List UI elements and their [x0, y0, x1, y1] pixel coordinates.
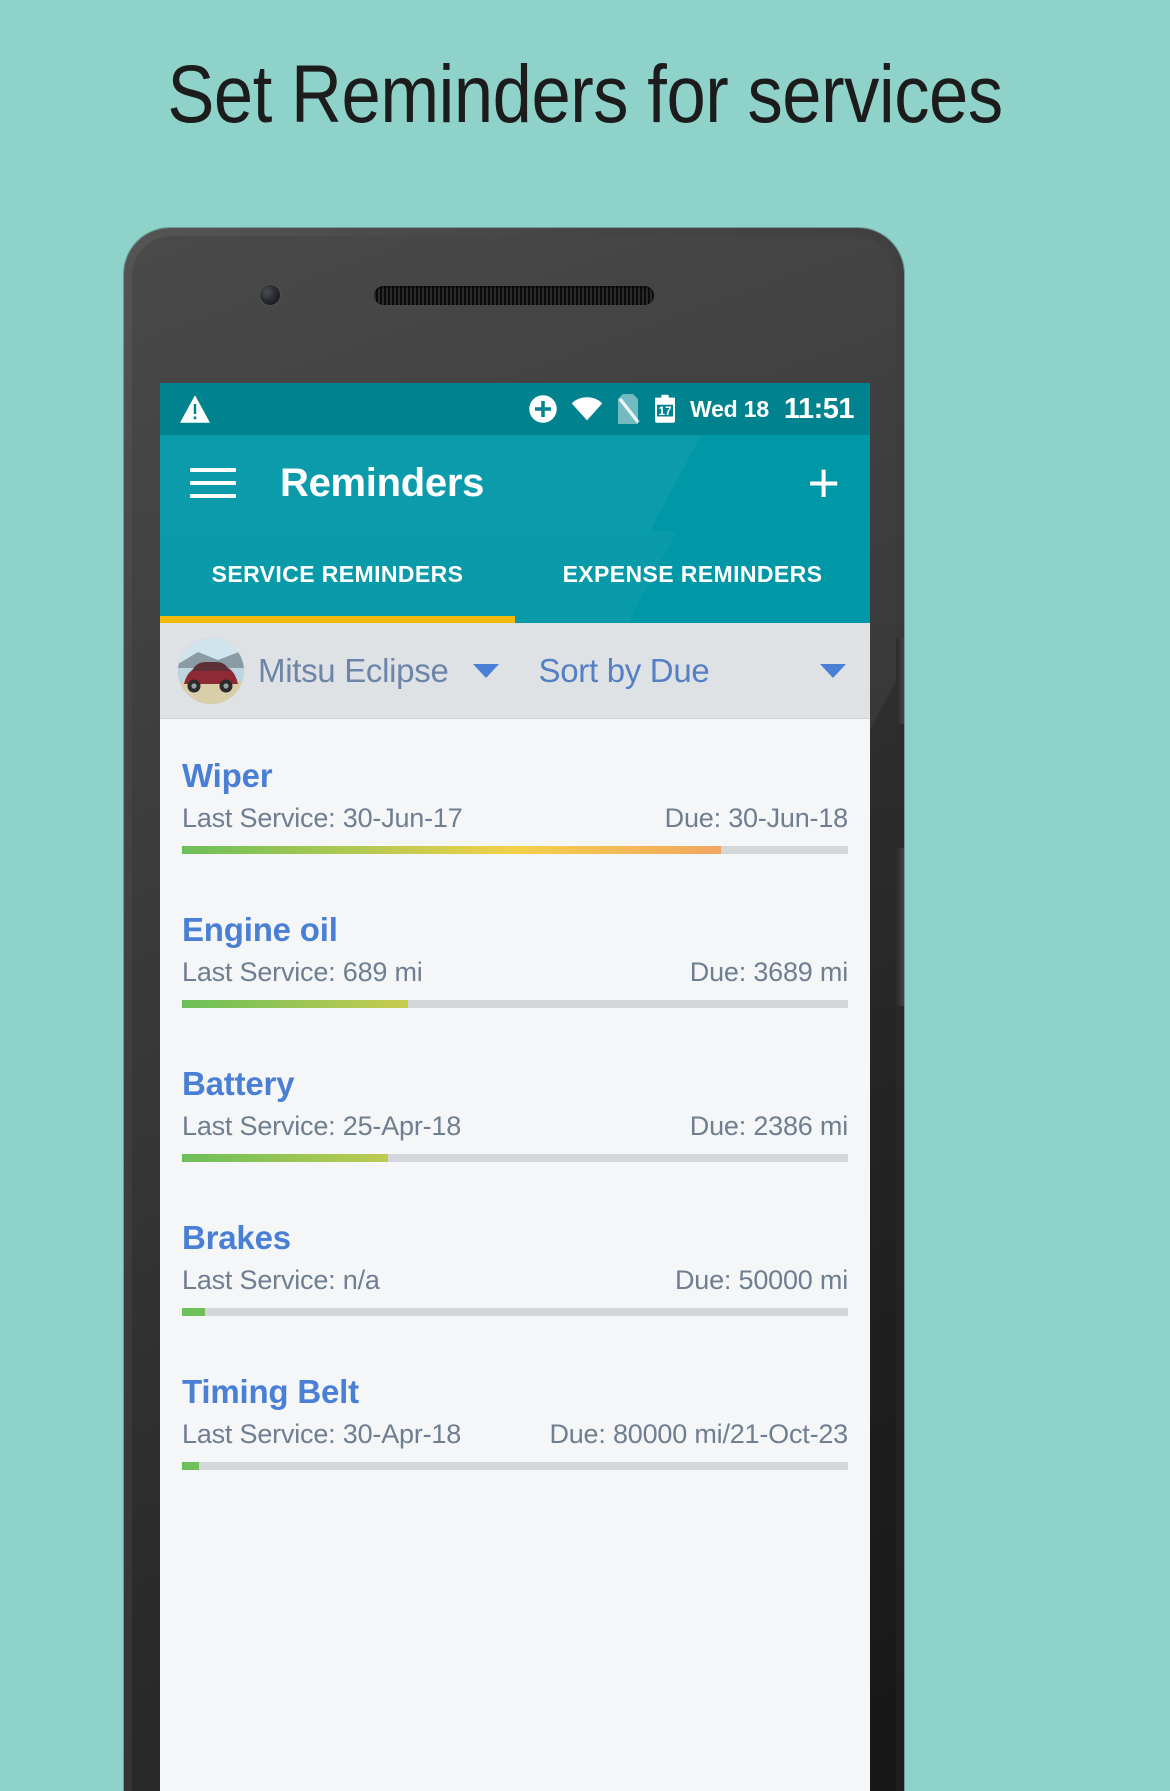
reminder-detail-row: Last Service: 25-Apr-18 Due: 2386 mi	[182, 1111, 848, 1142]
power-button[interactable]	[896, 638, 904, 724]
vehicle-photo-icon	[178, 637, 244, 704]
status-bar-clock: 11:51	[783, 392, 855, 425]
promo-headline: Set Reminders for services	[167, 49, 1003, 140]
reminder-detail-row: Last Service: 30-Jun-17 Due: 30-Jun-18	[182, 803, 848, 834]
status-bar-system-icons: 17 Wed 18 11:51	[528, 392, 855, 426]
reminder-title: Wiper	[182, 757, 273, 794]
reminder-list-item[interactable]: Engine oil Last Service: 689 mi Due: 368…	[160, 873, 870, 1027]
tab-service-reminders[interactable]: SERVICE REMINDERS	[160, 531, 515, 623]
tab-expense-reminders[interactable]: EXPENSE REMINDERS	[515, 531, 870, 623]
hamburger-bar	[190, 481, 236, 485]
reminder-title: Engine oil	[182, 911, 338, 948]
reminder-title: Timing Belt	[182, 1373, 359, 1410]
hamburger-menu-icon[interactable]	[190, 468, 236, 498]
reminder-last-service: Last Service: 30-Apr-18	[182, 1419, 462, 1449]
hamburger-bar	[190, 494, 236, 498]
status-bar-notifications	[180, 395, 528, 423]
sort-label: Sort by Due	[538, 651, 710, 689]
reminder-last-service: Last Service: 30-Jun-17	[182, 803, 463, 833]
reminder-progress-bar	[182, 1308, 848, 1316]
reminder-progress-bar	[182, 846, 848, 854]
app-bar: Reminders +	[160, 435, 870, 531]
svg-text:17: 17	[658, 405, 672, 418]
reminder-list: Wiper Last Service: 30-Jun-17 Due: 30-Ju…	[160, 719, 870, 1489]
calendar-17-icon: 17	[655, 394, 675, 423]
plus-circle-icon	[529, 395, 557, 423]
vehicle-thumbnail-avatar	[178, 637, 244, 704]
reminder-last-service: Last Service: 25-Apr-18	[182, 1111, 462, 1141]
reminder-progress-fill	[182, 1000, 409, 1008]
vehicle-name-label: Mitsu Eclipse	[258, 651, 449, 689]
page-title: Reminders	[280, 460, 485, 505]
reminder-list-item[interactable]: Timing Belt Last Service: 30-Apr-18 Due:…	[160, 1335, 870, 1489]
status-bar: 17 Wed 18 11:51	[160, 383, 870, 435]
reminder-progress-fill	[182, 1308, 206, 1316]
reminder-due: Due: 50000 mi	[674, 1265, 848, 1295]
reminder-progress-bar	[182, 1000, 848, 1008]
add-reminder-button[interactable]: +	[801, 455, 846, 511]
front-camera-icon	[260, 285, 280, 305]
reminder-last-service: Last Service: 689 mi	[182, 957, 423, 987]
reminder-due: Due: 80000 mi/21-Oct-23	[549, 1419, 848, 1449]
earpiece-speaker-icon	[374, 286, 654, 305]
reminder-progress-fill	[182, 1154, 389, 1162]
tab-bar: SERVICE REMINDERS EXPENSE REMINDERS	[160, 531, 870, 623]
reminder-list-item[interactable]: Battery Last Service: 25-Apr-18 Due: 238…	[160, 1027, 870, 1181]
filter-bar: Mitsu Eclipse Sort by Due	[160, 623, 870, 719]
reminder-detail-row: Last Service: 30-Apr-18 Due: 80000 mi/21…	[182, 1419, 848, 1450]
warning-triangle-icon	[180, 395, 210, 423]
vehicle-selector[interactable]: Mitsu Eclipse	[178, 637, 499, 704]
reminder-list-item[interactable]: Brakes Last Service: n/a Due: 50000 mi	[160, 1181, 870, 1335]
tab-label: EXPENSE REMINDERS	[562, 560, 823, 587]
phone-device-frame: 17 Wed 18 11:51 Reminders + SERVICE REMI…	[124, 228, 904, 1791]
reminder-title: Brakes	[182, 1219, 291, 1256]
hamburger-bar	[190, 468, 236, 472]
reminder-list-item[interactable]: Wiper Last Service: 30-Jun-17 Due: 30-Ju…	[160, 719, 870, 873]
reminder-detail-row: Last Service: 689 mi Due: 3689 mi	[182, 957, 848, 988]
reminder-progress-fill	[182, 846, 722, 854]
status-bar-date: Wed 18	[690, 395, 769, 422]
reminder-title: Battery	[182, 1065, 295, 1102]
sort-selector[interactable]: Sort by Due	[538, 651, 846, 690]
no-sim-icon	[618, 394, 640, 424]
reminder-due: Due: 2386 mi	[689, 1111, 848, 1141]
reminder-progress-fill	[182, 1462, 199, 1470]
phone-screen: 17 Wed 18 11:51 Reminders + SERVICE REMI…	[160, 383, 870, 1791]
volume-button[interactable]	[896, 848, 904, 1006]
reminder-due: Due: 30-Jun-18	[664, 803, 849, 833]
reminder-progress-bar	[182, 1462, 848, 1470]
wifi-icon	[571, 397, 603, 421]
reminder-progress-bar	[182, 1154, 848, 1162]
tab-label: SERVICE REMINDERS	[211, 560, 464, 587]
chevron-down-icon[interactable]	[820, 663, 846, 678]
reminder-last-service: Last Service: n/a	[182, 1265, 380, 1295]
chevron-down-icon[interactable]	[472, 663, 499, 678]
reminder-due: Due: 3689 mi	[689, 957, 848, 987]
reminder-detail-row: Last Service: n/a Due: 50000 mi	[182, 1265, 848, 1296]
